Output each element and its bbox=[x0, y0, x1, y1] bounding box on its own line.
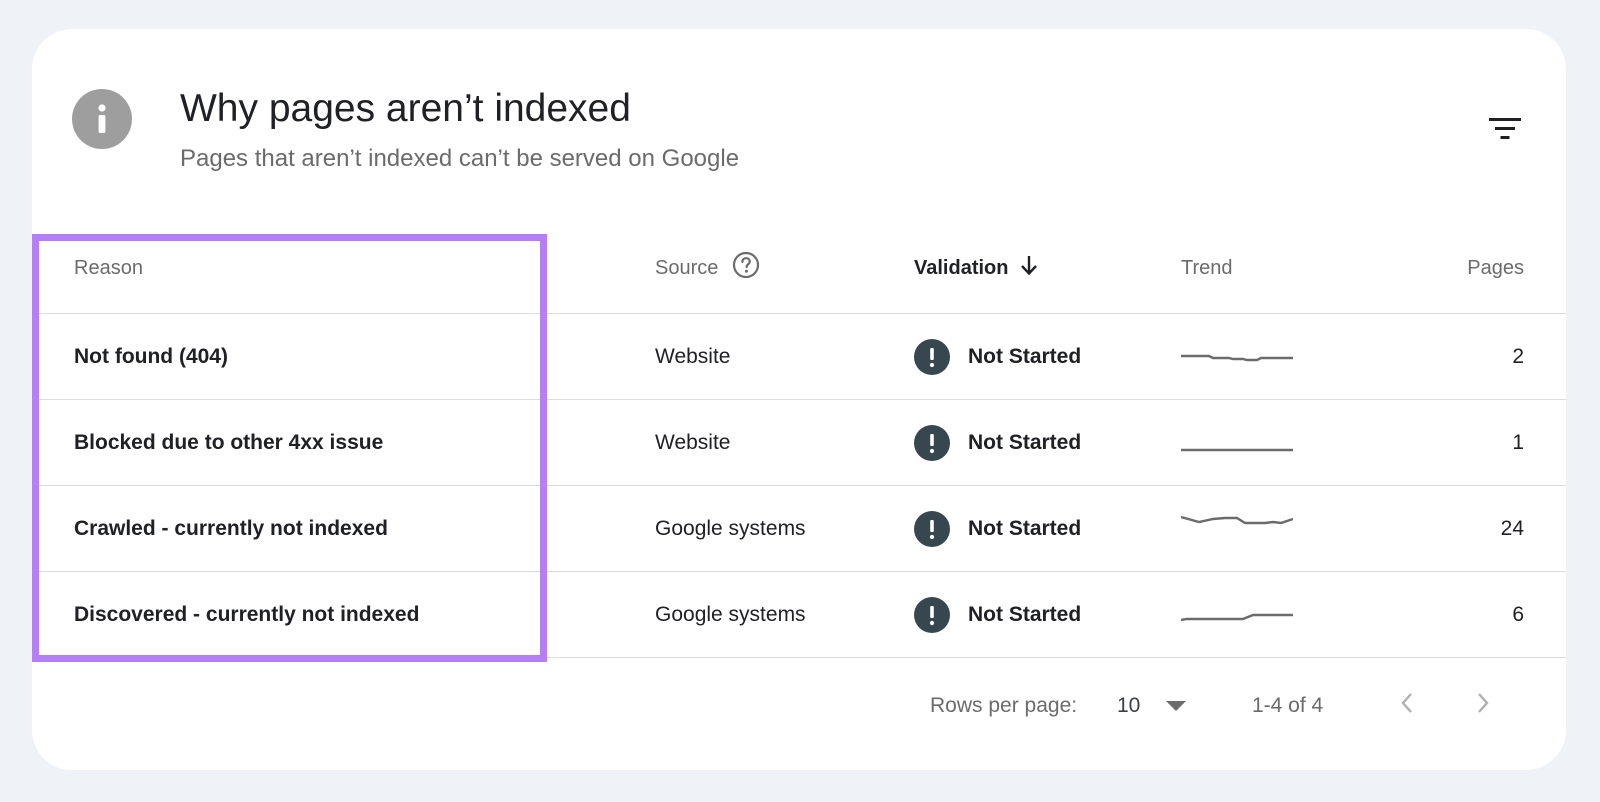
row-reason: Crawled - currently not indexed bbox=[74, 516, 388, 540]
pagination-range: 1-4 of 4 bbox=[1252, 694, 1324, 717]
row-source: Website bbox=[655, 430, 731, 454]
column-header-pages[interactable]: Pages bbox=[1467, 257, 1524, 280]
chevron-right-icon bbox=[1475, 691, 1491, 721]
dropdown-triangle-icon bbox=[1166, 694, 1187, 718]
card-subtitle: Pages that aren’t indexed can’t be serve… bbox=[180, 145, 740, 172]
trend-sparkline bbox=[1181, 571, 1293, 658]
row-source: Google systems bbox=[655, 516, 806, 540]
trend-sparkline bbox=[1181, 399, 1293, 486]
row-pages: 24 bbox=[1500, 516, 1524, 540]
trend-sparkline bbox=[1181, 313, 1293, 400]
column-header-reason[interactable]: Reason bbox=[74, 257, 143, 280]
column-header-source[interactable]: Source bbox=[655, 251, 760, 285]
sort-arrow-down-icon bbox=[1018, 253, 1040, 283]
row-validation: Not Started bbox=[914, 571, 1081, 658]
row-pages: 2 bbox=[1512, 344, 1524, 368]
row-source: Website bbox=[655, 344, 731, 368]
warning-icon bbox=[914, 424, 950, 461]
row-validation: Not Started bbox=[914, 399, 1081, 486]
column-header-validation[interactable]: Validation bbox=[914, 253, 1040, 283]
row-divider bbox=[32, 657, 1566, 658]
warning-icon bbox=[914, 596, 950, 633]
column-header-source-label: Source bbox=[655, 256, 719, 279]
row-pages: 6 bbox=[1512, 602, 1524, 626]
warning-icon bbox=[914, 510, 950, 547]
table-row[interactable]: Not found (404) Website Not Started 2 bbox=[32, 313, 1566, 400]
table-row[interactable]: Discovered - currently not indexed Googl… bbox=[32, 571, 1566, 658]
index-status-card: Why pages aren’t indexed Pages that aren… bbox=[32, 29, 1566, 770]
row-validation: Not Started bbox=[914, 313, 1081, 400]
filter-icon[interactable] bbox=[1485, 109, 1525, 149]
previous-page-button[interactable] bbox=[1392, 684, 1422, 728]
validation-status: Not Started bbox=[968, 516, 1082, 540]
rows-per-page-label: Rows per page: bbox=[930, 694, 1078, 717]
warning-icon bbox=[914, 338, 950, 375]
help-icon[interactable] bbox=[732, 251, 760, 285]
card-title: Why pages aren’t indexed bbox=[180, 87, 631, 130]
rows-per-page-select[interactable]: 10 bbox=[1117, 684, 1187, 728]
table-row[interactable]: Blocked due to other 4xx issue Website N… bbox=[32, 399, 1566, 486]
validation-status: Not Started bbox=[968, 602, 1082, 626]
row-validation: Not Started bbox=[914, 485, 1081, 572]
row-source: Google systems bbox=[655, 602, 806, 626]
table-row[interactable]: Crawled - currently not indexed Google s… bbox=[32, 485, 1566, 572]
row-reason: Discovered - currently not indexed bbox=[74, 602, 420, 626]
info-icon bbox=[72, 89, 132, 149]
row-pages: 1 bbox=[1512, 430, 1524, 454]
column-header-trend[interactable]: Trend bbox=[1181, 257, 1233, 280]
trend-sparkline bbox=[1181, 485, 1293, 572]
chevron-left-icon bbox=[1399, 691, 1415, 721]
validation-status: Not Started bbox=[968, 344, 1082, 368]
rows-per-page-value: 10 bbox=[1117, 694, 1141, 717]
validation-status: Not Started bbox=[968, 430, 1082, 454]
next-page-button[interactable] bbox=[1468, 684, 1498, 728]
row-reason: Not found (404) bbox=[74, 344, 228, 368]
column-header-validation-label: Validation bbox=[914, 256, 1009, 279]
row-reason: Blocked due to other 4xx issue bbox=[74, 430, 384, 454]
